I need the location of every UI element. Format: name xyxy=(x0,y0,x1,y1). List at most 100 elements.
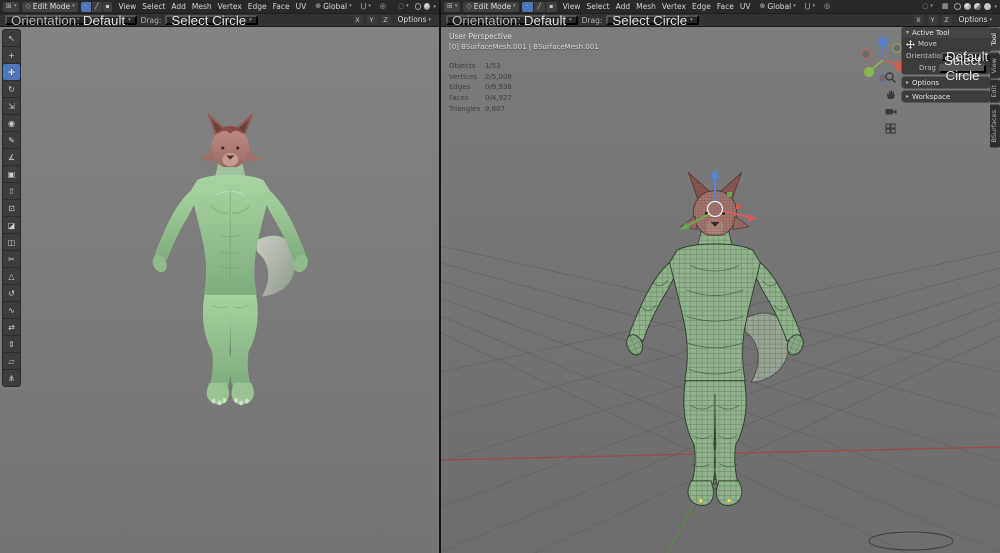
shading-material-button[interactable] xyxy=(974,3,982,10)
tool-cursor[interactable]: + xyxy=(3,47,20,63)
menu-select[interactable]: Select xyxy=(139,2,168,11)
sidebar-tab-tool[interactable]: Tool xyxy=(990,28,1000,51)
tool-annotate[interactable]: ✎ xyxy=(3,132,20,148)
zoom-button[interactable] xyxy=(884,71,897,84)
transform-orientation-dropdown[interactable]: ⊕ Global ▾ xyxy=(756,2,798,12)
sidebar-tab-bsurfaces[interactable]: BSurfaces xyxy=(990,104,1000,148)
menu-edge[interactable]: Edge xyxy=(689,2,714,11)
select-mode-toggles: · ╱ ▪ xyxy=(80,1,113,12)
menu-mesh[interactable]: Mesh xyxy=(189,2,215,11)
editor-type-button[interactable]: ⊞ ▾ xyxy=(444,1,461,12)
tool-edge-slide[interactable]: ⇄ xyxy=(3,319,20,335)
mode-dropdown[interactable]: ◇ Edit Mode ▾ xyxy=(22,1,78,12)
tool-rip-region[interactable]: ⋔ xyxy=(3,370,20,386)
menu-view[interactable]: View xyxy=(115,2,139,11)
face-select-mode-button[interactable]: ▪ xyxy=(545,1,557,12)
drag-mode-dropdown[interactable]: Select Circle ▾ xyxy=(165,13,258,28)
shading-dropdown-icon[interactable]: ▾ xyxy=(433,4,436,10)
menu-uv[interactable]: UV xyxy=(737,2,754,11)
panel-title: Options xyxy=(912,78,940,87)
snap-toggle[interactable]: ⋃ ▾ xyxy=(802,2,818,12)
menu-add[interactable]: Add xyxy=(168,2,189,11)
menu-vertex[interactable]: Vertex xyxy=(215,2,245,11)
shading-wireframe-button[interactable] xyxy=(414,3,422,10)
shading-rendered-button[interactable] xyxy=(984,3,992,10)
tool-spin[interactable]: ↺ xyxy=(3,285,20,301)
show-gizmo-toggle[interactable]: ◌ ▾ xyxy=(395,2,412,12)
menu-view[interactable]: View xyxy=(560,2,584,11)
chevron-down-icon: ▾ xyxy=(249,17,252,23)
tool-add-cube[interactable]: ▣ xyxy=(3,166,20,182)
panel-title: Workspace xyxy=(912,92,951,101)
panel-workspace[interactable]: ▸ Workspace xyxy=(902,91,990,102)
menu-select[interactable]: Select xyxy=(583,2,612,11)
xray-toggle[interactable]: ▦ xyxy=(939,2,952,12)
drag-label: Drag: xyxy=(581,15,603,25)
mirror-y-toggle[interactable]: Y xyxy=(366,15,377,25)
chevron-down-icon: ▾ xyxy=(513,3,516,9)
editor-type-button[interactable]: ⊞ ▾ xyxy=(3,1,20,12)
tool-extrude-region[interactable]: ⇧ xyxy=(3,183,20,199)
options-dropdown[interactable]: Options ▾ xyxy=(956,15,995,25)
shading-solid-button[interactable] xyxy=(424,3,431,10)
shading-wireframe-button[interactable] xyxy=(954,3,962,10)
tool-knife[interactable]: ✂ xyxy=(3,251,20,267)
tool-shrink-fatten[interactable]: ⇕ xyxy=(3,336,20,352)
mode-dropdown[interactable]: ◇ Edit Mode ▾ xyxy=(463,1,519,12)
mirror-z-toggle[interactable]: Z xyxy=(941,15,952,25)
menu-add[interactable]: Add xyxy=(613,2,634,11)
vertex-select-mode-button[interactable]: · xyxy=(521,1,533,12)
face-select-mode-button[interactable]: ▪ xyxy=(102,1,113,12)
tool-smooth[interactable]: ∿ xyxy=(3,302,20,318)
tool-transform[interactable]: ◉ xyxy=(3,115,20,131)
drag-mode-dropdown[interactable]: Select Circle ▾ xyxy=(606,13,699,28)
character-smooth[interactable] xyxy=(0,27,439,553)
proportional-editing-toggle[interactable]: ◎ xyxy=(821,2,833,12)
menu-uv[interactable]: UV xyxy=(293,2,310,11)
ortho-toggle-button[interactable] xyxy=(884,122,897,135)
sidebar-tab-view[interactable]: View xyxy=(990,52,1000,79)
proportional-editing-toggle[interactable]: ◎ xyxy=(377,2,389,12)
edge-select-mode-button[interactable]: ╱ xyxy=(533,1,545,12)
mirror-z-toggle[interactable]: Z xyxy=(380,15,391,25)
pan-hand-button[interactable] xyxy=(884,88,897,101)
menu-vertex[interactable]: Vertex xyxy=(659,2,689,11)
edge-select-mode-button[interactable]: ╱ xyxy=(91,1,102,12)
tool-scale[interactable]: ⇲ xyxy=(3,98,20,114)
show-overlays-toggle[interactable]: ◌ ▾ xyxy=(919,2,936,12)
mirror-x-toggle[interactable]: X xyxy=(913,15,924,25)
orientation-value: Global xyxy=(767,1,792,11)
sidebar-drag-dropdown[interactable]: Select Circle xyxy=(938,53,986,83)
tool-orientation-dropdown[interactable]: Orientation: Default ▾ xyxy=(446,12,578,28)
shading-solid-button[interactable] xyxy=(964,3,972,10)
options-dropdown[interactable]: Options ▾ xyxy=(395,15,434,25)
vertex-select-mode-button[interactable]: · xyxy=(80,1,91,12)
proportional-icon: ◎ xyxy=(379,2,386,10)
tool-orientation-dropdown[interactable]: Orientation: Default ▾ xyxy=(5,13,137,28)
menu-mesh[interactable]: Mesh xyxy=(633,2,659,11)
mirror-x-toggle[interactable]: X xyxy=(352,15,363,25)
viewport-3d-left[interactable]: ↖ + ✛ ↻ ⇲ ◉ ✎ ∡ ▣ ⇧ ⊡ ◪ ◫ ✂ △ ↺ ∿ ⇄ ⇕ ▱ ⋔ xyxy=(0,27,439,553)
mirror-y-toggle[interactable]: Y xyxy=(927,15,938,25)
tool-measure[interactable]: ∡ xyxy=(3,149,20,165)
tool-select-tweak[interactable]: ↖ xyxy=(3,30,20,46)
transform-orientation-dropdown[interactable]: ⊕ Global ▾ xyxy=(312,2,354,12)
menu-face[interactable]: Face xyxy=(270,2,293,11)
tool-shear[interactable]: ▱ xyxy=(3,353,20,369)
tool-rotate[interactable]: ↻ xyxy=(3,81,20,97)
sidebar-tabs: Tool View Edit BSurfaces xyxy=(990,28,1000,148)
shading-dropdown-icon[interactable]: ▾ xyxy=(994,4,997,10)
menu-edge[interactable]: Edge xyxy=(245,2,270,11)
tool-loop-cut[interactable]: ◫ xyxy=(3,234,20,250)
orientation-value: Default xyxy=(523,12,567,28)
tool-poly-build[interactable]: △ xyxy=(3,268,20,284)
viewport-3d-right[interactable]: User Perspective [0] BSurfaceMesh.001 | … xyxy=(441,27,1000,553)
active-tool-panel-header[interactable]: ▾ Active Tool xyxy=(902,27,990,38)
tool-inset-faces[interactable]: ⊡ xyxy=(3,200,20,216)
tool-move[interactable]: ✛ xyxy=(3,64,20,80)
camera-view-button[interactable] xyxy=(884,105,897,118)
snap-toggle[interactable]: ⋃ ▾ xyxy=(358,2,374,12)
sidebar-tab-edit[interactable]: Edit xyxy=(990,80,1000,103)
tool-bevel[interactable]: ◪ xyxy=(3,217,20,233)
menu-face[interactable]: Face xyxy=(714,2,737,11)
